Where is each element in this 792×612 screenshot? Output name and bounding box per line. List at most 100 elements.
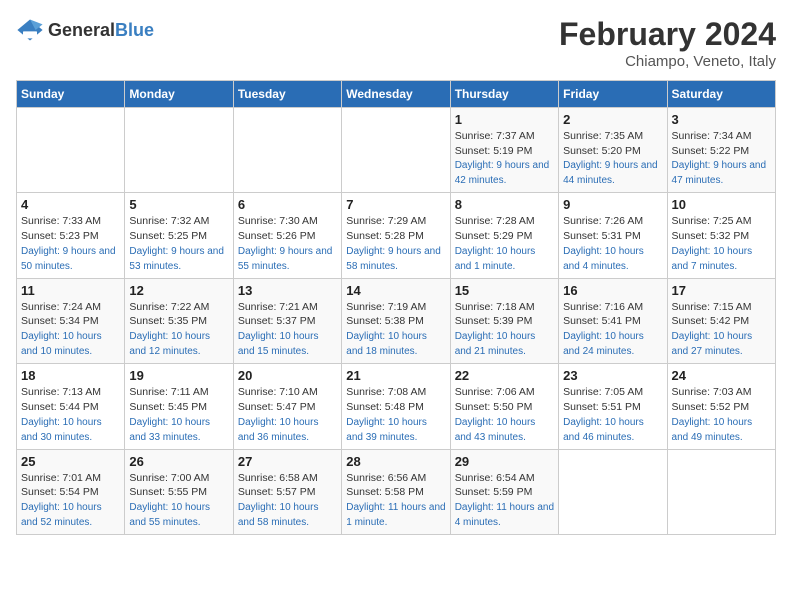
calendar-cell: 22Sunrise: 7:06 AMSunset: 5:50 PMDayligh… (450, 364, 558, 449)
day-info: Sunrise: 7:03 AMSunset: 5:52 PMDaylight:… (672, 385, 771, 444)
calendar-week-row: 4Sunrise: 7:33 AMSunset: 5:23 PMDaylight… (17, 193, 776, 278)
day-info: Sunrise: 6:58 AMSunset: 5:57 PMDaylight:… (238, 471, 337, 530)
calendar-cell: 5 Sunrise: 7:32 AMSunset: 5:25 PMDaylight… (125, 193, 233, 278)
day-info: Sunrise: 7:01 AMSunset: 5:54 PMDaylight:… (21, 471, 120, 530)
calendar-week-row: 11 Sunrise: 7:24 AMSunset: 5:34 PMDayligh… (17, 278, 776, 363)
calendar-cell: 11 Sunrise: 7:24 AMSunset: 5:34 PMDayligh… (17, 278, 125, 363)
calendar-cell: 7 Sunrise: 7:29 AMSunset: 5:28 PMDaylight… (342, 193, 450, 278)
calendar-cell: 20 Sunrise: 7:10 AMSunset: 5:47 PMDayligh… (233, 364, 341, 449)
calendar-cell: 26 Sunrise: 7:00 AMSunset: 5:55 PMDayligh… (125, 449, 233, 534)
day-number: 8 (455, 197, 554, 212)
day-number: 1 (455, 112, 554, 127)
calendar-cell: 8 Sunrise: 7:28 AMSunset: 5:29 PMDaylight… (450, 193, 558, 278)
calendar-cell (233, 108, 341, 193)
calendar-table: Sunday Monday Tuesday Wednesday Thursday… (16, 80, 776, 535)
day-number: 18 (21, 368, 120, 383)
calendar-cell: 23 Sunrise: 7:05 AMSunset: 5:51 PMDayligh… (559, 364, 667, 449)
day-number: 23 (563, 368, 662, 383)
title-block: February 2024 Chiampo, Veneto, Italy (559, 16, 776, 70)
day-number: 15 (455, 283, 554, 298)
calendar-cell: 14 Sunrise: 7:19 AMSunset: 5:38 PMDayligh… (342, 278, 450, 363)
calendar-cell: 2Sunrise: 7:35 AMSunset: 5:20 PMDaylight… (559, 108, 667, 193)
logo-blue: Blue (115, 20, 154, 40)
day-number: 9 (563, 197, 662, 212)
day-info: Sunrise: 7:37 AMSunset: 5:19 PMDaylight:… (455, 129, 554, 188)
calendar-cell (125, 108, 233, 193)
calendar-week-row: 18 Sunrise: 7:13 AMSunset: 5:44 PMDayligh… (17, 364, 776, 449)
col-saturday: Saturday (667, 81, 775, 108)
col-thursday: Thursday (450, 81, 558, 108)
calendar-cell: 21 Sunrise: 7:08 AMSunset: 5:48 PMDayligh… (342, 364, 450, 449)
day-info: Sunrise: 7:00 AMSunset: 5:55 PMDaylight:… (129, 471, 228, 530)
calendar-cell: 15 Sunrise: 7:18 AMSunset: 5:39 PMDayligh… (450, 278, 558, 363)
day-number: 13 (238, 283, 337, 298)
day-info: Sunrise: 7:25 AMSunset: 5:32 PMDaylight:… (672, 214, 771, 273)
day-number: 7 (346, 197, 445, 212)
calendar-cell: 10 Sunrise: 7:25 AMSunset: 5:32 PMDayligh… (667, 193, 775, 278)
day-info: Sunrise: 7:19 AMSunset: 5:38 PMDaylight:… (346, 300, 445, 359)
day-info: Sunrise: 6:54 AMSunset: 5:59 PMDaylight:… (455, 471, 554, 530)
calendar-cell: 19 Sunrise: 7:11 AMSunset: 5:45 PMDayligh… (125, 364, 233, 449)
day-number: 24 (672, 368, 771, 383)
calendar-cell: 12Sunrise: 7:22 AMSunset: 5:35 PMDayligh… (125, 278, 233, 363)
calendar-cell: 16Sunrise: 7:16 AMSunset: 5:41 PMDayligh… (559, 278, 667, 363)
day-info: Sunrise: 7:05 AMSunset: 5:51 PMDaylight:… (563, 385, 662, 444)
calendar-cell: 13Sunrise: 7:21 AMSunset: 5:37 PMDayligh… (233, 278, 341, 363)
calendar-cell: 17Sunrise: 7:15 AMSunset: 5:42 PMDayligh… (667, 278, 775, 363)
calendar-week-row: 1 Sunrise: 7:37 AMSunset: 5:19 PMDaylight… (17, 108, 776, 193)
day-info: Sunrise: 7:24 AMSunset: 5:34 PMDaylight:… (21, 300, 120, 359)
day-info: Sunrise: 7:18 AMSunset: 5:39 PMDaylight:… (455, 300, 554, 359)
day-number: 5 (129, 197, 228, 212)
day-info: Sunrise: 7:29 AMSunset: 5:28 PMDaylight:… (346, 214, 445, 273)
day-number: 21 (346, 368, 445, 383)
day-info: Sunrise: 7:13 AMSunset: 5:44 PMDaylight:… (21, 385, 120, 444)
logo-general: General (48, 20, 115, 40)
day-info: Sunrise: 7:30 AMSunset: 5:26 PMDaylight:… (238, 214, 337, 273)
logo-icon (16, 16, 44, 44)
day-info: Sunrise: 7:35 AMSunset: 5:20 PMDaylight:… (563, 129, 662, 188)
calendar-cell: 29 Sunrise: 6:54 AMSunset: 5:59 PMDayligh… (450, 449, 558, 534)
day-number: 14 (346, 283, 445, 298)
calendar-cell: 27 Sunrise: 6:58 AMSunset: 5:57 PMDayligh… (233, 449, 341, 534)
day-number: 22 (455, 368, 554, 383)
logo-text: GeneralBlue (48, 20, 154, 41)
day-number: 27 (238, 454, 337, 469)
day-number: 3 (672, 112, 771, 127)
calendar-header-row: Sunday Monday Tuesday Wednesday Thursday… (17, 81, 776, 108)
col-sunday: Sunday (17, 81, 125, 108)
day-info: Sunrise: 7:32 AMSunset: 5:25 PMDaylight:… (129, 214, 228, 273)
calendar-cell: 24 Sunrise: 7:03 AMSunset: 5:52 PMDayligh… (667, 364, 775, 449)
subtitle: Chiampo, Veneto, Italy (559, 53, 776, 70)
col-wednesday: Wednesday (342, 81, 450, 108)
calendar-week-row: 25 Sunrise: 7:01 AMSunset: 5:54 PMDayligh… (17, 449, 776, 534)
calendar-cell: 25 Sunrise: 7:01 AMSunset: 5:54 PMDayligh… (17, 449, 125, 534)
day-number: 29 (455, 454, 554, 469)
day-info: Sunrise: 7:11 AMSunset: 5:45 PMDaylight:… (129, 385, 228, 444)
day-info: Sunrise: 7:28 AMSunset: 5:29 PMDaylight:… (455, 214, 554, 273)
day-number: 26 (129, 454, 228, 469)
calendar-cell (667, 449, 775, 534)
day-number: 11 (21, 283, 120, 298)
calendar-cell: 18 Sunrise: 7:13 AMSunset: 5:44 PMDayligh… (17, 364, 125, 449)
calendar-cell (342, 108, 450, 193)
day-number: 10 (672, 197, 771, 212)
col-friday: Friday (559, 81, 667, 108)
calendar-cell: 6 Sunrise: 7:30 AMSunset: 5:26 PMDaylight… (233, 193, 341, 278)
col-tuesday: Tuesday (233, 81, 341, 108)
day-number: 12 (129, 283, 228, 298)
day-number: 25 (21, 454, 120, 469)
day-info: Sunrise: 7:10 AMSunset: 5:47 PMDaylight:… (238, 385, 337, 444)
page-header: GeneralBlue February 2024 Chiampo, Venet… (16, 16, 776, 70)
calendar-cell: 4Sunrise: 7:33 AMSunset: 5:23 PMDaylight… (17, 193, 125, 278)
day-number: 20 (238, 368, 337, 383)
day-info: Sunrise: 7:26 AMSunset: 5:31 PMDaylight:… (563, 214, 662, 273)
day-number: 17 (672, 283, 771, 298)
calendar-cell (17, 108, 125, 193)
calendar-cell: 3 Sunrise: 7:34 AMSunset: 5:22 PMDaylight… (667, 108, 775, 193)
day-info: Sunrise: 7:34 AMSunset: 5:22 PMDaylight:… (672, 129, 771, 188)
day-number: 6 (238, 197, 337, 212)
day-info: Sunrise: 7:08 AMSunset: 5:48 PMDaylight:… (346, 385, 445, 444)
calendar-cell: 9 Sunrise: 7:26 AMSunset: 5:31 PMDaylight… (559, 193, 667, 278)
logo: GeneralBlue (16, 16, 154, 44)
day-number: 19 (129, 368, 228, 383)
